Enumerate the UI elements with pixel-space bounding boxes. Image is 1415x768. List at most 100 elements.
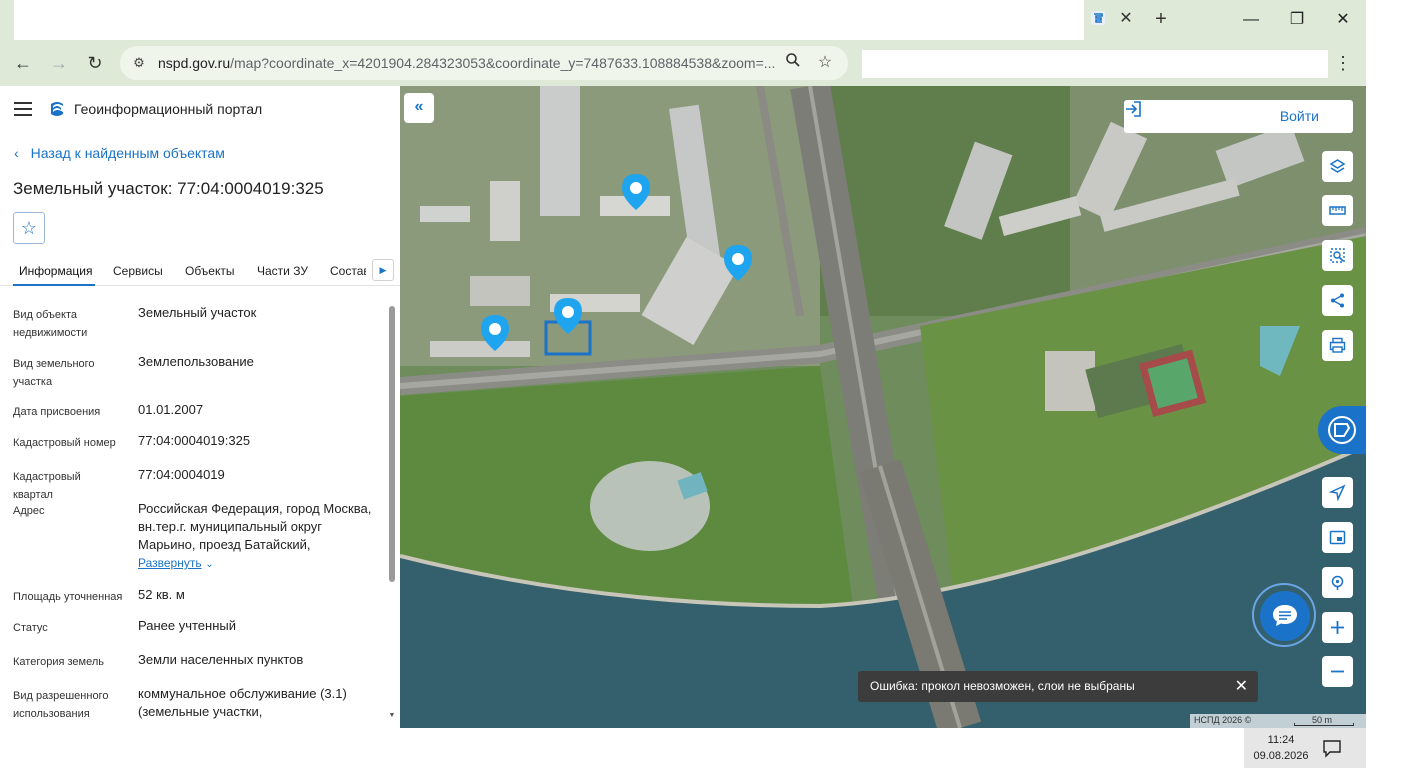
- search-icon[interactable]: [782, 52, 804, 74]
- layers-button[interactable]: [1322, 151, 1353, 182]
- minimize-window-icon[interactable]: —: [1236, 6, 1266, 34]
- address-text: Российская Федерация, город Москва, вн.т…: [138, 501, 372, 552]
- browser-toolbar: ← → ↻ ⚙ nspd.gov.ru/map?coordinate_x=420…: [0, 40, 1366, 86]
- reload-icon[interactable]: ↻: [80, 48, 110, 78]
- property-value: Ранее учтенный: [138, 618, 236, 633]
- zoom-in-icon: [1331, 621, 1344, 634]
- share-icon: [1331, 293, 1344, 308]
- property-value: Российская Федерация, город Москва, вн.т…: [138, 500, 374, 574]
- minimap-button[interactable]: [1322, 522, 1353, 553]
- property-label: Кадастровый квартал: [13, 471, 81, 501]
- url-text[interactable]: nspd.gov.ru/map?coordinate_x=4201904.284…: [158, 55, 778, 71]
- property-value: коммунальное обслуживание (3.1) (земельн…: [138, 686, 347, 719]
- chat-icon: [1273, 605, 1297, 626]
- chevron-down-icon: ⌄: [205, 559, 214, 570]
- map-view[interactable]: « Войти Ошибка: прокол невозможен, слои …: [400, 86, 1366, 728]
- property-label: Вид разрешенного использования: [13, 690, 109, 720]
- portal-logo-icon: [51, 102, 63, 116]
- forward-arrow-icon[interactable]: →: [44, 48, 74, 78]
- clock-date: 09.08.2026: [1253, 750, 1309, 762]
- print-button[interactable]: [1322, 330, 1353, 361]
- layers-icon: [1329, 159, 1346, 173]
- login-button[interactable]: Войти: [1124, 100, 1353, 133]
- close-icon[interactable]: ✕: [1235, 676, 1248, 696]
- property-value: Земли населенных пунктов: [138, 652, 304, 667]
- scroll-down-arrow-icon[interactable]: ▼: [387, 712, 397, 722]
- expand-label: Развернуть: [138, 556, 202, 570]
- select-area-button[interactable]: [1322, 240, 1353, 271]
- restore-window-icon[interactable]: ❐: [1282, 6, 1312, 34]
- favorite-star-icon[interactable]: ☆: [13, 212, 45, 244]
- property-label: Адрес: [13, 505, 45, 517]
- measure-button[interactable]: [1322, 195, 1353, 226]
- back-arrow-icon[interactable]: ←: [8, 48, 38, 78]
- chevron-left-icon: ‹: [14, 145, 19, 161]
- property-label: Вид объекта недвижимости: [13, 309, 88, 339]
- pkk-button[interactable]: [1318, 406, 1366, 454]
- print-icon: [1329, 337, 1346, 353]
- navigate-button[interactable]: [1322, 477, 1353, 508]
- property-label: Дата присвоения: [13, 406, 101, 418]
- pkk-icon: [1328, 416, 1356, 444]
- notification-icon[interactable]: [1322, 738, 1342, 758]
- tab-services[interactable]: Сервисы: [113, 264, 163, 278]
- error-toast: Ошибка: прокол невозможен, слои не выбра…: [858, 671, 1258, 702]
- satellite-imagery: [400, 86, 1366, 728]
- site-settings-icon[interactable]: ⚙: [130, 54, 148, 72]
- object-info-panel: Геоинформационный портал ‹ Назад к найден…: [0, 86, 400, 728]
- property-label: Категория земель: [13, 656, 104, 668]
- property-value: 52 кв. м: [138, 587, 185, 602]
- login-icon: [1126, 101, 1141, 117]
- error-message: Ошибка: прокол невозможен, слои не выбра…: [870, 679, 1135, 693]
- site-favicon-icon: [1091, 11, 1105, 25]
- taskbar: 11:24 09.08.2026: [0, 728, 1415, 768]
- browser-active-tab-area[interactable]: [14, 0, 1084, 40]
- zoom-out-button[interactable]: [1322, 656, 1353, 687]
- bookmark-star-icon[interactable]: ☆: [814, 52, 836, 74]
- geolocation-icon: [1331, 575, 1344, 590]
- hamburger-menu-icon[interactable]: [14, 102, 32, 116]
- close-tab-icon[interactable]: ✕: [1116, 9, 1136, 29]
- property-value: Земельный участок: [138, 305, 257, 320]
- zoom-in-button[interactable]: [1322, 612, 1353, 643]
- zoom-out-icon: [1331, 670, 1344, 673]
- locate-icon: [1329, 484, 1346, 501]
- expand-address-link[interactable]: Развернуть ⌄: [138, 554, 374, 574]
- property-label: Кадастровый номер: [13, 437, 116, 449]
- back-to-results-link[interactable]: ‹ Назад к найденным объектам: [14, 145, 225, 161]
- property-value: 77:04:0004019: [138, 467, 225, 482]
- browser-menu-icon[interactable]: ⋮: [1334, 52, 1352, 74]
- scale-bar: [1294, 723, 1354, 726]
- chat-button[interactable]: [1260, 591, 1310, 641]
- select-area-icon: [1330, 248, 1345, 263]
- info-tabs: Информация Сервисы Объекты Части ЗУ Сост…: [0, 256, 400, 286]
- portal-title: Геоинформационный портал: [74, 101, 263, 117]
- tab-parts[interactable]: Части ЗУ: [257, 264, 308, 278]
- close-window-icon[interactable]: ✕: [1328, 6, 1358, 34]
- property-value: 01.01.2007: [138, 402, 204, 417]
- login-label: Войти: [1279, 108, 1319, 124]
- property-label: Площадь уточненная: [13, 591, 123, 603]
- share-button[interactable]: [1322, 285, 1353, 316]
- ruler-icon: [1329, 206, 1346, 215]
- tabs-scroll-right-icon[interactable]: ▶: [372, 259, 394, 281]
- clock-time: 11:24: [1267, 734, 1295, 746]
- geolocation-button[interactable]: [1322, 567, 1353, 598]
- tab-composition[interactable]: Состав: [330, 264, 366, 278]
- property-value: Землепользование: [138, 354, 254, 369]
- map-attribution: НСПД 2026 © 50 m: [1190, 714, 1366, 728]
- new-tab-icon[interactable]: +: [1150, 8, 1172, 30]
- panel-scrollbar-thumb[interactable]: [389, 306, 395, 582]
- active-tab-indicator: [13, 284, 95, 286]
- collapse-panel-icon[interactable]: «: [404, 93, 434, 123]
- property-value: 77:04:0004019:325: [138, 433, 251, 448]
- address-bar[interactable]: ⚙ nspd.gov.ru/map?coordinate_x=4201904.2…: [120, 46, 848, 80]
- clock[interactable]: 11:24 09.08.2026: [1250, 732, 1312, 764]
- copyright-text: НСПД 2026 ©: [1194, 715, 1252, 725]
- extensions-area: [862, 50, 1328, 78]
- property-label: Вид земельного участка: [13, 358, 95, 388]
- tab-objects[interactable]: Объекты: [185, 264, 235, 278]
- object-title: Земельный участок: 77:04:0004019:325: [13, 179, 324, 198]
- minimap-icon: [1329, 530, 1346, 545]
- tab-information[interactable]: Информация: [19, 264, 92, 278]
